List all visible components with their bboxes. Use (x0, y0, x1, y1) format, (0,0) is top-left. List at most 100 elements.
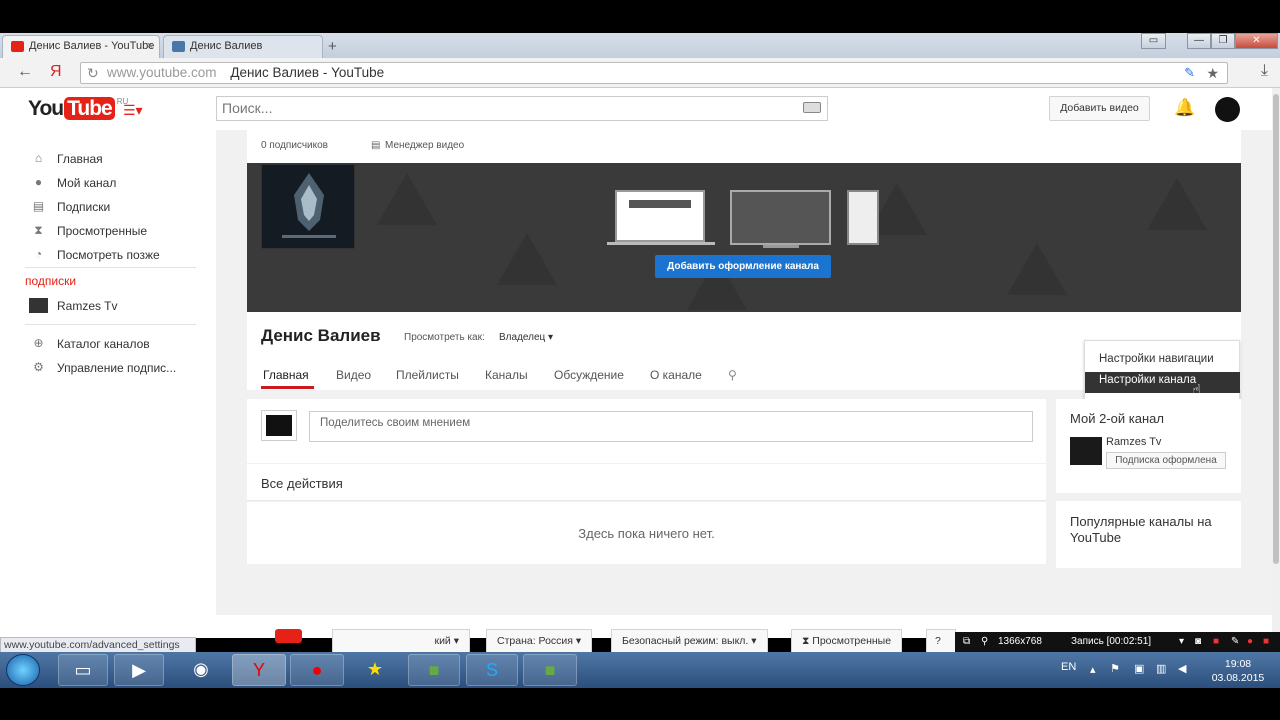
all-activity-title: Все действия (261, 476, 343, 491)
url-domain: www.youtube.com (107, 65, 217, 80)
tab-videos[interactable]: Видео (336, 368, 371, 382)
browser-tab-vk[interactable]: Денис Валиев (163, 35, 323, 58)
subscribed-button[interactable]: Подписка оформлена (1106, 452, 1226, 469)
reload-icon[interactable]: ↻ (87, 63, 99, 83)
close-recorder-icon[interactable]: ■ (1263, 632, 1269, 652)
guide-item-my-channel[interactable]: Мой канал (57, 176, 116, 190)
guide-menu-icon[interactable]: ☰▾ (123, 102, 143, 119)
minimize-button[interactable]: — (1187, 33, 1211, 49)
second-channel-thumbnail[interactable] (1070, 437, 1102, 465)
video-manager-link[interactable]: Менеджер видео (385, 140, 464, 151)
guide-item-home[interactable]: Главная (57, 152, 103, 166)
yandex-icon[interactable]: Я (50, 63, 62, 81)
tab-channels[interactable]: Каналы (485, 368, 528, 382)
second-channel-title: Мой 2-ой канал (1070, 411, 1164, 426)
camera-icon[interactable]: ◙ (1195, 632, 1201, 652)
guide-subscription-ramzes[interactable]: Ramzes Tv (57, 299, 117, 313)
guide-item-watch-later[interactable]: Посмотреть позже (57, 248, 160, 262)
home-icon: ⌂ (34, 151, 43, 165)
hand-cursor-icon: ☝ (1192, 382, 1202, 399)
close-tab-icon[interactable]: × (147, 40, 153, 52)
volume-icon[interactable]: ◀ (1178, 662, 1186, 675)
recorder-dropdown-icon[interactable]: ▾ (1179, 632, 1184, 652)
download-icon[interactable]: ⤓ (1261, 62, 1268, 80)
footer-logo[interactable]: . (247, 629, 303, 643)
guide-divider (25, 267, 196, 268)
tab-about[interactable]: О канале (650, 368, 702, 382)
pen-tool-icon[interactable]: ✎ (1231, 632, 1239, 652)
banner-pattern (377, 173, 437, 225)
guide-item-channel-catalog[interactable]: Каталог каналов (57, 337, 150, 351)
second-channel-name[interactable]: Ramzes Tv (1106, 436, 1161, 448)
bookmark-star-icon[interactable]: ★ (1206, 63, 1219, 83)
back-arrow-icon[interactable]: ← (17, 63, 33, 81)
channel-avatar[interactable] (261, 164, 355, 249)
url-field[interactable]: ↻ www.youtube.com Денис Валиев - YouTube… (80, 62, 1228, 84)
tv-stand (763, 245, 799, 248)
explorer-taskbar-icon[interactable]: ▭ (58, 654, 108, 686)
youtube-logo[interactable]: You Tube RU (28, 97, 128, 121)
upload-video-button[interactable]: Добавить видео (1049, 96, 1150, 121)
minecraft-launcher-taskbar-icon[interactable]: ■ (523, 654, 577, 686)
channel-banner (247, 163, 1241, 312)
tab-discussion[interactable]: Обсуждение (554, 368, 624, 382)
view-as-dropdown[interactable]: Владелец ▾ (499, 332, 553, 343)
channel-thumbnail (29, 298, 48, 313)
add-channel-art-button[interactable]: Добавить оформление канала (655, 255, 831, 278)
guide-item-history[interactable]: Просмотренные (57, 224, 147, 238)
help-button[interactable]: ? (926, 629, 956, 653)
recorder-resolution: 1366x768 (998, 636, 1042, 647)
share-opinion-input[interactable]: Поделитесь своим мнением (309, 411, 1033, 442)
new-tab-button[interactable]: + (328, 38, 337, 55)
action-center-icon[interactable]: ⚑ (1110, 662, 1120, 675)
language-button[interactable]: кий ▾ (332, 629, 470, 653)
close-window-button[interactable]: ✕ (1235, 33, 1278, 49)
tab-home[interactable]: Главная (263, 368, 309, 382)
menu-item-channel-settings[interactable]: Настройки канала (1099, 374, 1196, 386)
taskbar-clock[interactable]: 19:08 03.08.2015 (1206, 657, 1270, 685)
youtube-favicon-icon (11, 41, 24, 52)
maximize-button[interactable]: ❐ (1211, 33, 1235, 49)
recorder-taskbar-icon[interactable]: ● (290, 654, 344, 686)
safe-mode-button[interactable]: Безопасный режим: выкл. ▾ (611, 629, 768, 653)
menu-item-navigation-settings[interactable]: Настройки навигации (1099, 353, 1214, 365)
country-button[interactable]: Страна: Россия ▾ (486, 629, 593, 653)
guide-item-subscriptions[interactable]: Подписки (57, 200, 110, 214)
start-button[interactable] (6, 654, 40, 686)
tray-expand-icon[interactable]: ▴ (1090, 663, 1096, 676)
page-scrollbar[interactable] (1272, 88, 1280, 638)
account-avatar[interactable] (1215, 97, 1240, 122)
network-icon[interactable]: ▥ (1156, 662, 1166, 675)
clock-icon: ◔ (34, 247, 43, 261)
minecraft-taskbar-icon[interactable]: ■ (408, 654, 460, 686)
star-app-taskbar-icon[interactable]: ★ (350, 654, 400, 686)
notification-bell-icon[interactable]: 🔔 (1174, 98, 1195, 118)
channel-name: Денис Валиев (261, 326, 381, 345)
guide-section-subscriptions[interactable]: подписки (25, 274, 76, 288)
phone-preview-icon (847, 190, 879, 245)
record-icon[interactable]: ● (1247, 632, 1253, 652)
channel-search-icon[interactable]: ⚲ (728, 368, 737, 382)
device-icon[interactable]: ▣ (1134, 662, 1144, 675)
language-indicator[interactable]: EN (1061, 661, 1076, 673)
hourglass-icon: ⧗ (34, 223, 43, 237)
stop-icon[interactable]: ■ (1213, 632, 1219, 652)
laptop-base (607, 242, 715, 245)
pen-icon[interactable]: ✎ (1184, 63, 1195, 83)
url-page-title: Денис Валиев - YouTube (230, 65, 385, 80)
media-player-taskbar-icon[interactable]: ▶ (114, 654, 164, 686)
browser-tab-youtube[interactable]: Денис Валиев - YouTube × (2, 35, 160, 58)
zoom-icon[interactable]: ⚲ (981, 632, 988, 652)
tab-playlists[interactable]: Плейлисты (396, 368, 459, 382)
search-input[interactable]: Поиск... (216, 96, 828, 121)
recorder-window-icon[interactable]: ⧉ (963, 632, 970, 652)
tab-label: Денис Валиев (190, 40, 263, 52)
window-menu-button[interactable]: ▭ (1141, 33, 1166, 49)
keyboard-icon[interactable] (803, 102, 821, 113)
skype-taskbar-icon[interactable]: S (466, 654, 518, 686)
yandex-browser-taskbar-icon[interactable]: Y (232, 654, 286, 686)
video-manager-icon: ▤ (371, 140, 381, 151)
chrome-taskbar-icon[interactable]: ◉ (176, 654, 226, 686)
guide-item-manage-subscriptions[interactable]: Управление подпис... (57, 361, 176, 375)
history-button[interactable]: ⧗ Просмотренные (791, 629, 903, 653)
